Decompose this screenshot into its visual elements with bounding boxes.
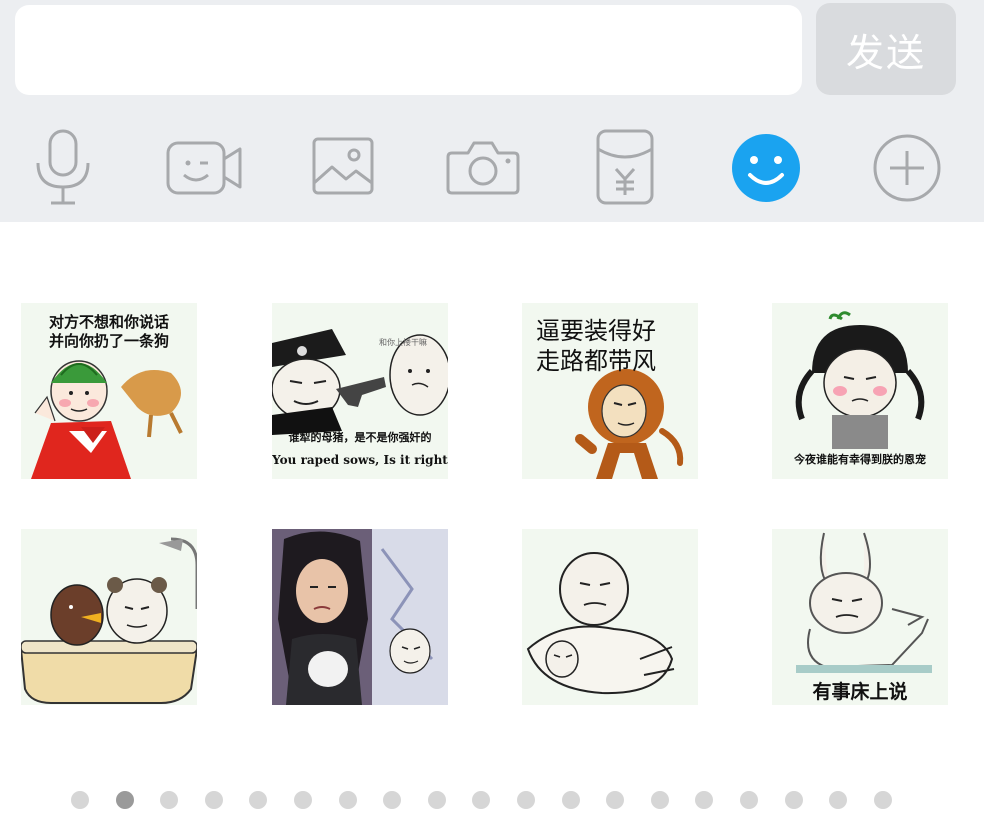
page-dot[interactable] — [740, 791, 758, 809]
page-dot[interactable] — [428, 791, 446, 809]
sticker-caption: 和你上楼干嘛 — [379, 338, 427, 347]
video-call-icon — [166, 141, 242, 195]
page-dot[interactable] — [829, 791, 847, 809]
sticker-caption: 谁犁的母猪，是不是你强奸的 — [288, 431, 432, 444]
page-dot[interactable] — [294, 791, 312, 809]
plus-icon — [873, 134, 941, 202]
image-button[interactable] — [300, 125, 386, 211]
red-packet-icon — [596, 129, 654, 205]
page-dot[interactable] — [383, 791, 401, 809]
sticker-bathtub[interactable] — [21, 529, 197, 705]
video-call-button[interactable] — [160, 125, 246, 211]
sticker-panda-hug[interactable] — [522, 529, 698, 705]
camera-icon — [446, 141, 520, 195]
sticker-image — [21, 537, 197, 704]
sticker-image — [272, 529, 448, 705]
page-dot[interactable] — [160, 791, 178, 809]
page-dot[interactable] — [517, 791, 535, 809]
image-icon — [312, 137, 374, 195]
sticker-caption: 对方不想和你说话 — [48, 313, 169, 331]
camera-button[interactable] — [440, 125, 526, 211]
sticker-caption: 有事床上说 — [812, 681, 908, 703]
sticker-pigtail-girl[interactable]: 今夜谁能有幸得到朕的恩宠 — [772, 303, 948, 479]
emoji-button[interactable] — [723, 125, 809, 211]
page-dot[interactable] — [651, 791, 669, 809]
page-dot[interactable] — [339, 791, 357, 809]
sticker-watermelon-dog[interactable]: 对方不想和你说话 并向你扔了一条狗 — [21, 303, 197, 479]
sticker-caption: 今夜谁能有幸得到朕的恩宠 — [794, 453, 926, 466]
page-dot[interactable] — [249, 791, 267, 809]
chat-input-bar: 发送 — [0, 0, 984, 222]
page-dot[interactable] — [116, 791, 134, 809]
sticker-caption: 并向你扔了一条狗 — [48, 332, 169, 350]
sticker-monkey-walk[interactable]: 逼要装得好 走路都带风 — [522, 303, 698, 479]
page-dot[interactable] — [874, 791, 892, 809]
microphone-icon — [36, 129, 90, 205]
page-dot[interactable] — [205, 791, 223, 809]
sticker-photo-girl[interactable] — [272, 529, 448, 705]
sticker-police-gun[interactable]: 和你上楼干嘛 谁犁的母猪，是不是你强奸的 You raped sows, Is … — [272, 303, 448, 479]
sticker-image — [526, 552, 675, 695]
page-dot[interactable] — [71, 791, 89, 809]
sticker-caption: 走路都带风 — [536, 347, 656, 375]
sticker-caption: You raped sows, Is it right — [272, 453, 448, 467]
message-input[interactable] — [15, 5, 802, 95]
page-dot[interactable] — [606, 791, 624, 809]
voice-button[interactable] — [20, 125, 106, 211]
emoji-icon — [732, 134, 800, 202]
more-button[interactable] — [864, 125, 950, 211]
page-dot[interactable] — [562, 791, 580, 809]
page-dot[interactable] — [472, 791, 490, 809]
page-dot[interactable] — [695, 791, 713, 809]
page-dot[interactable] — [785, 791, 803, 809]
sticker-rabbit-bed[interactable]: 有事床上说 — [772, 529, 948, 705]
red-packet-button[interactable] — [582, 125, 668, 211]
page-indicator — [0, 790, 984, 810]
send-button[interactable]: 发送 — [816, 3, 956, 95]
